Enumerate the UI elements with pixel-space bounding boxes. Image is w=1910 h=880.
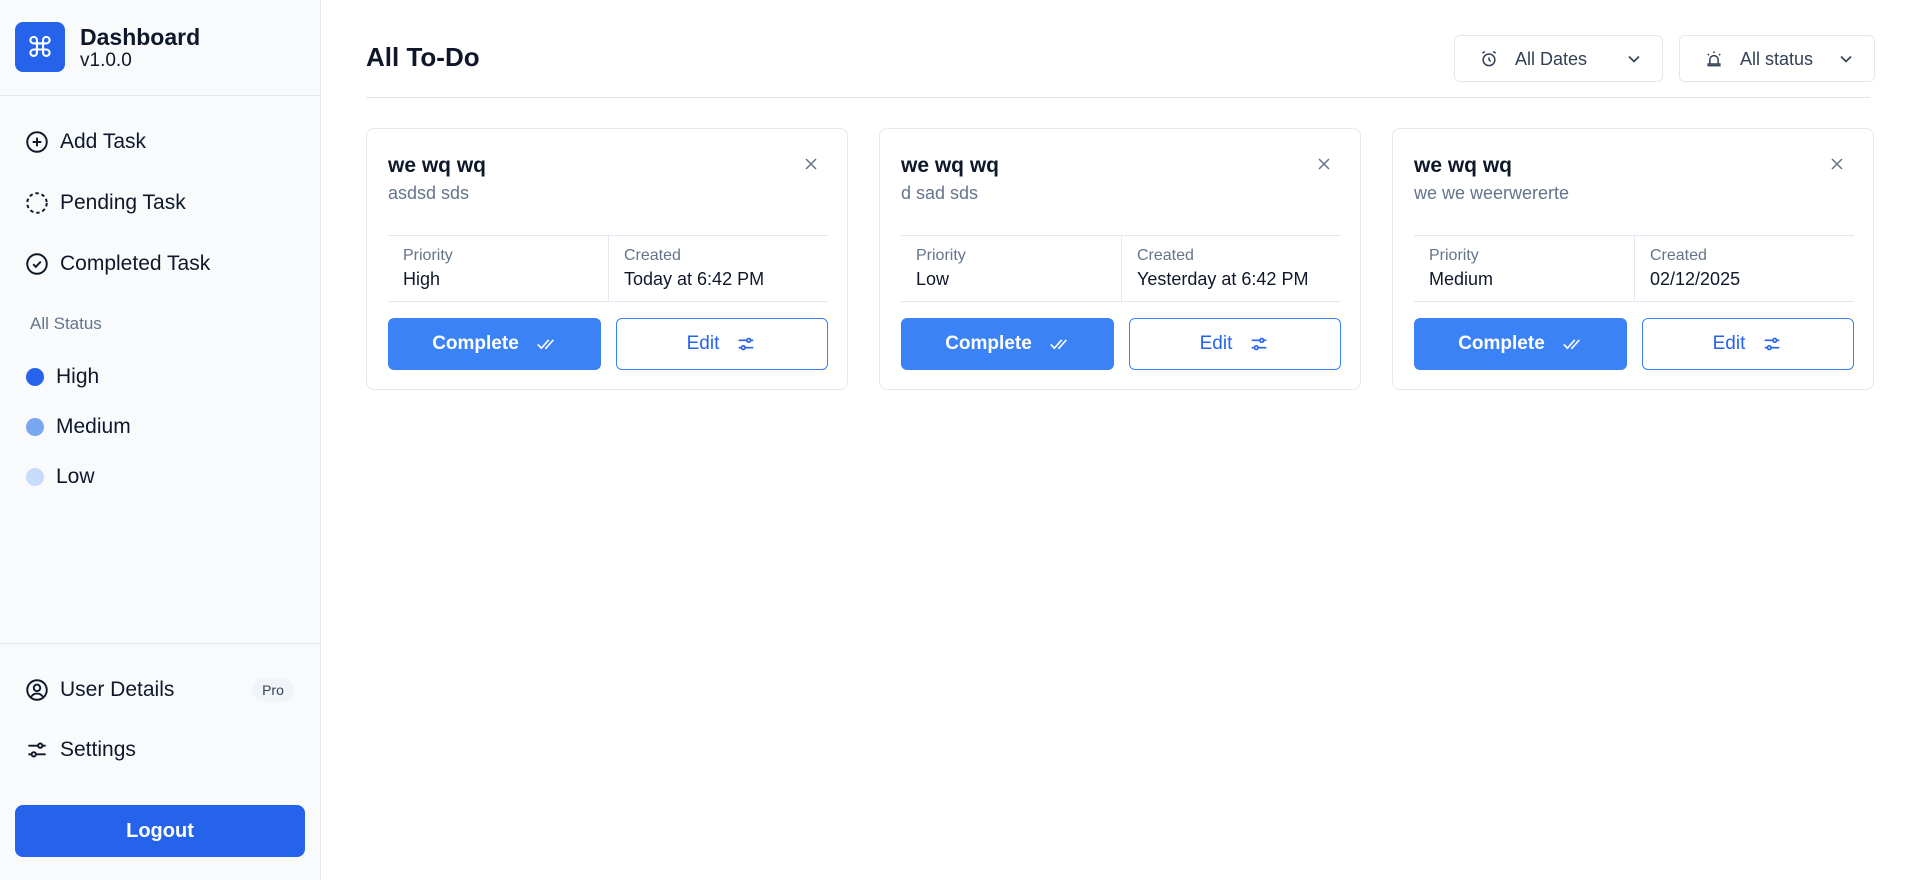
nav-user-details[interactable]: User Details <box>24 670 174 710</box>
priority-cell: Priority Low <box>901 236 1121 301</box>
priority-filter-low[interactable]: Low <box>26 462 95 492</box>
created-value: Today at 6:42 PM <box>624 269 765 289</box>
brand-header: ⌘ Dashboard v1.0.0 <box>0 0 320 96</box>
created-value: Yesterday at 6:42 PM <box>1137 269 1309 289</box>
close-icon[interactable] <box>1827 154 1847 174</box>
created-cell: Created Yesterday at 6:42 PM <box>1121 236 1341 301</box>
edit-button[interactable]: Edit <box>616 318 828 370</box>
header-divider <box>366 97 1870 98</box>
double-check-icon <box>1049 339 1067 350</box>
nav-completed-task-label: Completed Task <box>60 252 211 275</box>
sliders-icon <box>28 742 46 758</box>
pro-badge: Pro <box>252 678 294 702</box>
task-card: we wq wq asdsd sds Priority High Created… <box>366 128 848 390</box>
double-check-icon <box>536 339 554 350</box>
edit-button[interactable]: Edit <box>1129 318 1341 370</box>
sidebar: ⌘ Dashboard v1.0.0 Add Task Pending Task… <box>0 0 321 880</box>
task-meta: Priority High Created Today at 6:42 PM <box>388 235 828 302</box>
task-meta: Priority Low Created Yesterday at 6:42 P… <box>901 235 1341 302</box>
command-icon[interactable]: ⌘ <box>15 22 65 72</box>
user-circle-icon <box>26 679 48 701</box>
created-label: Created <box>624 247 681 264</box>
task-description: d sad sds <box>901 183 979 203</box>
low-dot-icon <box>26 468 44 486</box>
double-check-icon <box>1562 339 1580 350</box>
complete-button-label: Complete <box>945 333 1032 354</box>
dates-filter-label: All Dates <box>1515 49 1588 69</box>
priority-filter-high[interactable]: High <box>26 362 99 392</box>
nav-pending-task[interactable]: Pending Task <box>24 183 186 223</box>
brand-title: Dashboard <box>80 24 201 50</box>
dates-filter-dropdown[interactable]: All Dates <box>1454 35 1663 82</box>
created-value: 02/12/2025 <box>1650 269 1741 289</box>
sliders-icon <box>1765 337 1780 351</box>
priority-label: Priority <box>916 247 966 264</box>
status-filter-label: All status <box>1740 49 1814 69</box>
brand-version: v1.0.0 <box>80 50 132 71</box>
task-card: we wq wq we we weerwererte Priority Medi… <box>1392 128 1874 390</box>
sliders-icon <box>739 337 754 351</box>
priority-value: Medium <box>1429 269 1494 289</box>
plus-circle-icon <box>26 131 48 153</box>
complete-button[interactable]: Complete <box>901 318 1114 370</box>
nav-completed-task[interactable]: Completed Task <box>24 244 210 284</box>
status-filter-dropdown[interactable]: All status <box>1679 35 1875 82</box>
close-icon[interactable] <box>1314 154 1334 174</box>
task-description: asdsd sds <box>388 183 470 203</box>
dashed-circle-icon <box>26 192 48 214</box>
siren-icon <box>1707 51 1721 67</box>
complete-button[interactable]: Complete <box>1414 318 1627 370</box>
close-icon[interactable] <box>801 154 821 174</box>
created-label: Created <box>1650 247 1707 264</box>
priority-filter-medium-label: Medium <box>56 415 131 438</box>
priority-filter-low-label: Low <box>56 465 95 488</box>
priority-value: Low <box>916 269 950 289</box>
task-meta: Priority Medium Created 02/12/2025 <box>1414 235 1854 302</box>
nav-add-task-label: Add Task <box>60 130 146 153</box>
complete-button-label: Complete <box>1458 333 1545 354</box>
priority-cell: Priority High <box>388 236 608 301</box>
chevron-down-icon <box>1840 55 1852 63</box>
priority-label: Priority <box>1429 247 1479 264</box>
nav-pending-task-label: Pending Task <box>60 191 186 214</box>
task-card: we wq wq d sad sds Priority Low Created … <box>879 128 1361 390</box>
nav-add-task[interactable]: Add Task <box>24 122 146 162</box>
check-circle-icon <box>26 253 48 275</box>
priority-value: High <box>403 269 441 289</box>
priority-filter-medium[interactable]: Medium <box>26 412 131 442</box>
nav-settings-label: Settings <box>60 738 136 761</box>
alarm-clock-icon <box>1481 50 1497 67</box>
chevron-down-icon <box>1628 55 1640 63</box>
sidebar-divider <box>0 643 320 644</box>
task-title: we wq wq <box>388 154 487 177</box>
task-title: we wq wq <box>1414 154 1513 177</box>
medium-dot-icon <box>26 418 44 436</box>
edit-button-label: Edit <box>686 333 720 354</box>
priority-label: Priority <box>403 247 453 264</box>
edit-button-label: Edit <box>1712 333 1746 354</box>
task-description: we we weerwererte <box>1414 183 1570 203</box>
logout-button[interactable]: Logout <box>15 805 305 857</box>
complete-button[interactable]: Complete <box>388 318 601 370</box>
task-title: we wq wq <box>901 154 1000 177</box>
created-cell: Created Today at 6:42 PM <box>608 236 828 301</box>
priority-cell: Priority Medium <box>1414 236 1634 301</box>
complete-button-label: Complete <box>432 333 519 354</box>
status-section-heading: All Status <box>30 314 102 333</box>
high-dot-icon <box>26 368 44 386</box>
nav-user-details-label: User Details <box>60 678 175 701</box>
page-title: All To-Do <box>366 42 480 72</box>
edit-button-label: Edit <box>1199 333 1233 354</box>
created-cell: Created 02/12/2025 <box>1634 236 1854 301</box>
created-label: Created <box>1137 247 1194 264</box>
priority-filter-high-label: High <box>56 365 100 388</box>
edit-button[interactable]: Edit <box>1642 318 1854 370</box>
sliders-icon <box>1252 337 1267 351</box>
nav-settings[interactable]: Settings <box>24 730 136 770</box>
